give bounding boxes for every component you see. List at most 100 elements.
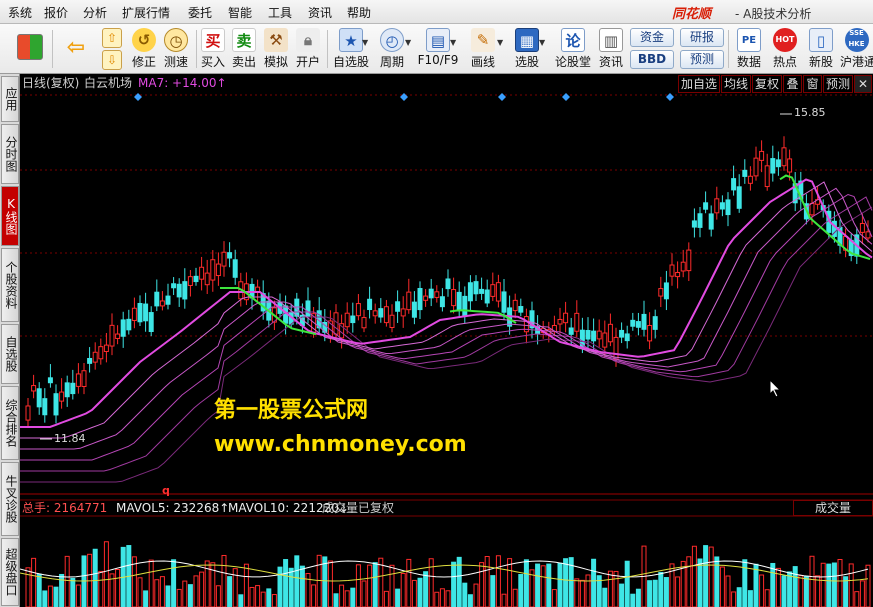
volume-bar bbox=[579, 579, 585, 607]
menu-smart[interactable]: 智能 bbox=[228, 4, 252, 21]
candle-body bbox=[215, 263, 221, 277]
research-button[interactable]: 研报 bbox=[680, 28, 724, 47]
chevron-down-icon[interactable]: ▼ bbox=[450, 38, 456, 47]
simulate-label: 模拟 bbox=[263, 55, 288, 69]
candle-body bbox=[607, 323, 613, 343]
chevron-down-icon[interactable]: ▼ bbox=[539, 38, 545, 47]
candle-body bbox=[400, 308, 406, 317]
menu-system[interactable]: 系统 bbox=[8, 4, 32, 21]
menu-trade[interactable]: 委托 bbox=[188, 4, 212, 21]
menu-tools[interactable]: 工具 bbox=[268, 4, 292, 21]
window-button[interactable]: 窗 bbox=[803, 75, 822, 93]
candle-body bbox=[428, 288, 434, 299]
volume-indicator-button[interactable]: 成交量 bbox=[793, 500, 873, 516]
funds-button[interactable]: 资金 bbox=[630, 28, 674, 47]
news-button[interactable]: ▥ 资讯 bbox=[596, 26, 626, 72]
menu-analysis[interactable]: 分析 bbox=[83, 4, 107, 21]
app-subtitle: - A股技术分析 bbox=[735, 7, 812, 21]
volume-bar bbox=[820, 562, 826, 607]
draw-line-button[interactable]: ✎ 画线 bbox=[464, 26, 502, 72]
candle-body bbox=[36, 388, 42, 408]
menu-news[interactable]: 资讯 bbox=[308, 4, 332, 21]
menu-quotes[interactable]: 报价 bbox=[44, 4, 68, 21]
candle-body bbox=[378, 308, 384, 318]
forum-button[interactable]: 论 论股堂 bbox=[552, 26, 594, 72]
data-label: 数据 bbox=[736, 55, 761, 69]
simulate-button[interactable]: ⚒ 模拟 bbox=[261, 26, 291, 72]
candle-body bbox=[355, 303, 361, 317]
data-button[interactable]: PE 数据 bbox=[732, 26, 766, 72]
volume-bar bbox=[193, 575, 199, 607]
menu-help[interactable]: 帮助 bbox=[347, 4, 371, 21]
kline-chart-panel[interactable]: 日线(复权) 白云机场 MA7: +14.00↑ 加自选 均线 复权 叠 窗 预… bbox=[20, 74, 873, 607]
side-tab-kline[interactable]: K线图 bbox=[1, 186, 19, 246]
star-folder-icon: ★ bbox=[339, 28, 363, 52]
volume-bar bbox=[803, 575, 809, 607]
side-tab-watchlist[interactable]: 自选股 bbox=[1, 324, 19, 384]
correct-button[interactable]: ↺ 修正 bbox=[128, 26, 160, 72]
volume-bar bbox=[266, 588, 272, 607]
candle-body bbox=[809, 202, 815, 216]
watchlist-button[interactable]: ★ 自选股 bbox=[331, 26, 371, 72]
volume-bar bbox=[484, 556, 490, 607]
candle-body bbox=[131, 307, 137, 321]
side-tab-super-panel[interactable]: 超级盘口 bbox=[1, 538, 19, 606]
sell-button[interactable]: 卖 卖出 bbox=[229, 26, 259, 72]
chevron-down-icon[interactable]: ▼ bbox=[497, 38, 503, 47]
side-tab-stock-profile[interactable]: 个股资料 bbox=[1, 248, 19, 322]
chevron-down-icon[interactable]: ▼ bbox=[405, 38, 411, 47]
volume-bar bbox=[490, 575, 496, 607]
stock-screen-button[interactable]: ▦ 选股 bbox=[509, 26, 545, 72]
candle-body bbox=[406, 291, 412, 311]
menu-extended-quotes[interactable]: 扩展行情 bbox=[122, 4, 170, 21]
hot-spot-button[interactable]: HOT 热点 bbox=[768, 26, 802, 72]
scroll-buttons[interactable]: ⇧ ⇩ bbox=[100, 26, 124, 72]
clock-undo-icon: ↺ bbox=[132, 28, 156, 52]
overlay-button[interactable]: 叠 bbox=[783, 75, 802, 93]
volume-bar bbox=[64, 555, 70, 607]
candle-body bbox=[143, 303, 149, 322]
open-account-label: 开户 bbox=[295, 55, 320, 69]
forecast-chart-button[interactable]: 预测 bbox=[823, 75, 853, 93]
side-tab-intraday[interactable]: 分时图 bbox=[1, 124, 19, 184]
windows-layout-button[interactable] bbox=[12, 26, 48, 72]
arrow-down-icon[interactable]: ⇩ bbox=[102, 50, 122, 70]
candle-body bbox=[81, 370, 87, 387]
bbd-button[interactable]: BBD bbox=[630, 50, 674, 69]
back-button[interactable]: ⇦ bbox=[58, 26, 94, 72]
volume-bar bbox=[759, 574, 765, 607]
add-watchlist-button[interactable]: 加自选 bbox=[678, 75, 720, 93]
volume-bar bbox=[563, 558, 569, 607]
open-account-button[interactable]: 🔒︎ 开户 bbox=[293, 26, 323, 72]
candle-body bbox=[467, 282, 473, 302]
period-button[interactable]: ◴ 周期 bbox=[375, 26, 409, 72]
side-tab-diagnosis[interactable]: 牛叉诊股 bbox=[1, 462, 19, 536]
candle-body bbox=[350, 315, 356, 324]
kline-chart[interactable] bbox=[20, 74, 873, 607]
volume-bar bbox=[215, 585, 221, 607]
volume-bar bbox=[277, 566, 283, 607]
candle-body bbox=[736, 186, 742, 209]
arrow-left-icon: ⇦ bbox=[66, 35, 86, 60]
close-panel-button[interactable]: ✕ bbox=[854, 75, 872, 93]
f10-button[interactable]: ▤ F10/F9 bbox=[416, 26, 460, 72]
ma-button[interactable]: 均线 bbox=[721, 75, 751, 93]
correct-label: 修正 bbox=[131, 55, 156, 69]
chevron-down-icon[interactable]: ▼ bbox=[362, 38, 368, 47]
new-stock-button[interactable]: ▯ 新股 bbox=[804, 26, 838, 72]
forecast-button[interactable]: 预测 bbox=[680, 50, 724, 69]
speed-test-button[interactable]: ◷ 测速 bbox=[160, 26, 192, 72]
arrow-up-icon[interactable]: ⇧ bbox=[102, 28, 122, 48]
period-label: 周期 bbox=[379, 55, 404, 69]
event-diamond-icon bbox=[562, 93, 570, 101]
volume-bar bbox=[535, 563, 541, 607]
side-tab-ranking[interactable]: 综合排名 bbox=[1, 386, 19, 460]
candle-body bbox=[221, 251, 227, 267]
candle-body bbox=[445, 278, 451, 290]
buy-button[interactable]: 买 买入 bbox=[198, 26, 228, 72]
hk-connect-button[interactable]: SSE HKE 沪港通 bbox=[840, 26, 873, 72]
adjust-button[interactable]: 复权 bbox=[752, 75, 782, 93]
volume-bar bbox=[249, 586, 255, 607]
side-tab-apps[interactable]: 应用 bbox=[1, 76, 19, 122]
volume-bar bbox=[859, 580, 865, 607]
